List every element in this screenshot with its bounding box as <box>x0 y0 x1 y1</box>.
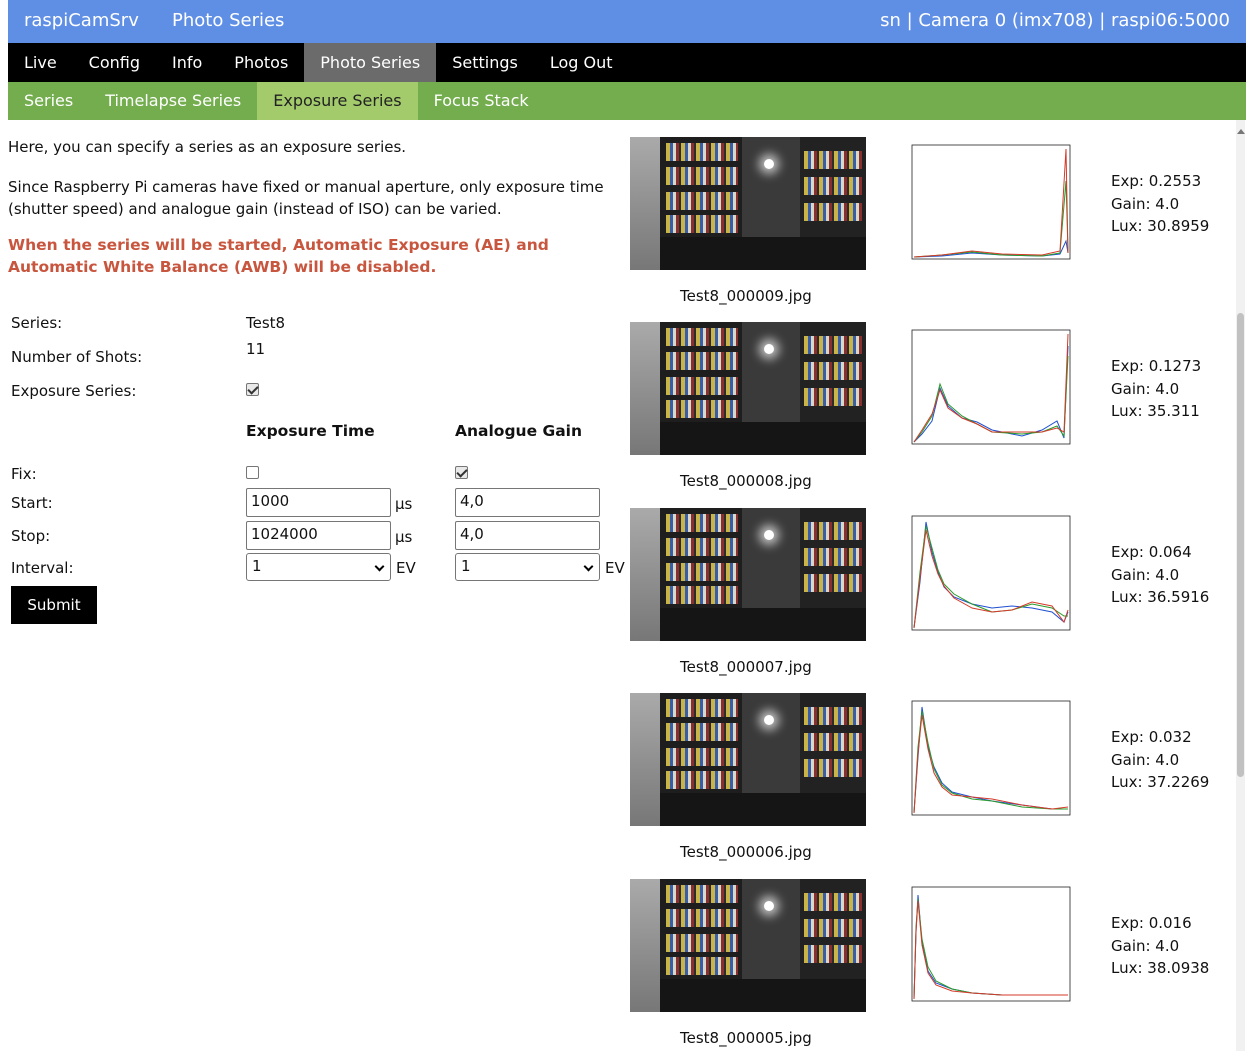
histogram-chart <box>911 700 1071 816</box>
gain-value: Gain: 4.0 <box>1111 379 1180 398</box>
stop-exposure-input[interactable]: 1024000 <box>246 521 391 550</box>
start-gain-input[interactable]: 4,0 <box>455 488 600 517</box>
gain-value: Gain: 4.0 <box>1111 750 1180 769</box>
interval-gain-select[interactable]: 1 <box>455 553 600 581</box>
exposure-value: Exp: 0.1273 <box>1111 357 1202 375</box>
scroll-up-icon[interactable] <box>1237 129 1245 134</box>
scrollbar-thumb[interactable] <box>1237 313 1244 777</box>
warning-text: When the series will be started, Automat… <box>8 236 549 276</box>
stop-label: Stop: <box>11 527 51 545</box>
stop-gain-input[interactable]: 4,0 <box>455 521 600 550</box>
subnav-focus-stack[interactable]: Focus Stack <box>418 82 545 120</box>
lux-value: Lux: 36.5916 <box>1111 588 1210 606</box>
photo-filename: Test8_000007.jpg <box>680 658 812 676</box>
chevron-down-icon <box>583 561 594 572</box>
histogram-chart <box>911 329 1071 445</box>
exposure-value: Exp: 0.064 <box>1111 543 1192 561</box>
series-label: Series: <box>11 314 63 332</box>
photo-entry: Test8_000007.jpg Exp: 0.064 Gain: 4.0 Lu… <box>630 508 1240 693</box>
photo-entry: Test8_000008.jpg Exp: 0.1273 Gain: 4.0 L… <box>630 322 1240 507</box>
histogram-chart <box>911 886 1071 1002</box>
photo-thumbnail[interactable] <box>630 879 866 1012</box>
photo-filename: Test8_000009.jpg <box>680 287 812 305</box>
exposure-series-checkbox[interactable] <box>246 383 259 396</box>
intro-text: Here, you can specify a series as an exp… <box>8 138 407 156</box>
lux-value: Lux: 30.8959 <box>1111 217 1210 235</box>
chevron-down-icon <box>374 561 385 572</box>
photo-thumbnail[interactable] <box>630 322 866 455</box>
interval-label: Interval: <box>11 559 74 577</box>
camera-status: sn | Camera 0 (imx708) | raspi06:5000 <box>880 10 1230 31</box>
subnav-timelapse[interactable]: Timelapse Series <box>89 82 257 120</box>
interval-gain-value: 1 <box>461 557 471 575</box>
start-exposure-input[interactable]: 1000 <box>246 488 391 517</box>
intro-text-2: Since Raspberry Pi cameras have fixed or… <box>8 178 604 218</box>
app-brand[interactable]: raspiCamSrv <box>24 10 139 31</box>
lux-value: Lux: 38.0938 <box>1111 959 1210 977</box>
shots-label: Number of Shots: <box>11 348 143 366</box>
exposure-time-header: Exposure Time <box>246 422 375 440</box>
start-exposure-unit: µs <box>395 495 413 513</box>
photo-thumbnail[interactable] <box>630 508 866 641</box>
photo-stats: Exp: 0.064 Gain: 4.0 Lux: 36.5916 <box>1111 541 1209 609</box>
subnav-exposure[interactable]: Exposure Series <box>257 82 418 120</box>
photo-thumbnail[interactable] <box>630 137 866 270</box>
gain-value: Gain: 4.0 <box>1111 936 1180 955</box>
nav-config[interactable]: Config <box>73 43 156 82</box>
subnav-series[interactable]: Series <box>8 82 89 120</box>
photo-entry: Test8_000005.jpg Exp: 0.016 Gain: 4.0 Lu… <box>630 879 1240 1064</box>
exposure-value: Exp: 0.032 <box>1111 728 1192 746</box>
fix-gain-checkbox[interactable] <box>455 466 468 479</box>
interval-exposure-select[interactable]: 1 <box>246 553 391 581</box>
exposure-series-label: Exposure Series: <box>11 382 137 400</box>
stop-exposure-unit: µs <box>395 528 413 546</box>
interval-exposure-unit: EV <box>396 559 416 577</box>
photo-stats: Exp: 0.016 Gain: 4.0 Lux: 38.0938 <box>1111 912 1209 980</box>
top-bar: raspiCamSrv Photo Series sn | Camera 0 (… <box>8 0 1246 43</box>
nav-live[interactable]: Live <box>8 43 73 82</box>
nav-settings[interactable]: Settings <box>436 43 534 82</box>
nav-logout[interactable]: Log Out <box>534 43 629 82</box>
photo-stats: Exp: 0.1273 Gain: 4.0 Lux: 35.311 <box>1111 355 1201 423</box>
interval-gain-unit: EV <box>605 559 625 577</box>
interval-exposure-value: 1 <box>252 557 262 575</box>
nav-photo-series[interactable]: Photo Series <box>304 43 437 82</box>
submit-button[interactable]: Submit <box>11 586 97 624</box>
nav-info[interactable]: Info <box>156 43 218 82</box>
gain-value: Gain: 4.0 <box>1111 565 1180 584</box>
exposure-value: Exp: 0.016 <box>1111 914 1192 932</box>
shots-value: 11 <box>246 340 266 358</box>
photo-filename: Test8_000008.jpg <box>680 472 812 490</box>
photo-stats: Exp: 0.032 Gain: 4.0 Lux: 37.2269 <box>1111 726 1209 794</box>
page-scrollbar[interactable] <box>1236 120 1245 1051</box>
photo-stats: Exp: 0.2553 Gain: 4.0 Lux: 30.8959 <box>1111 170 1209 238</box>
photo-filename: Test8_000006.jpg <box>680 843 812 861</box>
exposure-value: Exp: 0.2553 <box>1111 172 1202 190</box>
lux-value: Lux: 35.311 <box>1111 402 1200 420</box>
main-nav: Live Config Info Photos Photo Series Set… <box>8 43 1246 82</box>
fix-exposure-checkbox[interactable] <box>246 466 259 479</box>
photo-entry: Test8_000006.jpg Exp: 0.032 Gain: 4.0 Lu… <box>630 693 1240 878</box>
photo-entry: Test8_000009.jpg Exp: 0.2553 Gain: 4.0 L… <box>630 137 1240 322</box>
sub-nav: Series Timelapse Series Exposure Series … <box>8 82 1246 120</box>
histogram-chart <box>911 144 1071 260</box>
nav-photos[interactable]: Photos <box>218 43 304 82</box>
analogue-gain-header: Analogue Gain <box>455 422 583 440</box>
gain-value: Gain: 4.0 <box>1111 194 1180 213</box>
start-label: Start: <box>11 494 53 512</box>
series-value: Test8 <box>246 314 286 332</box>
histogram-chart <box>911 515 1071 631</box>
page-title: Photo Series <box>172 10 285 31</box>
photo-thumbnail[interactable] <box>630 693 866 826</box>
lux-value: Lux: 37.2269 <box>1111 773 1210 791</box>
photo-filename: Test8_000005.jpg <box>680 1029 812 1047</box>
fix-label: Fix: <box>11 465 37 483</box>
